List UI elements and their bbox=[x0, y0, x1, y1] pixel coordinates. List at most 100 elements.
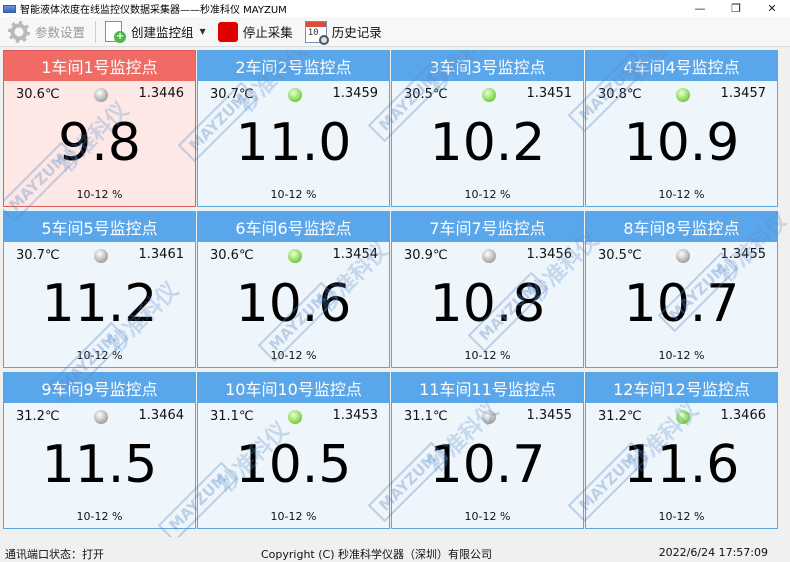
monitor-card[interactable]: 12车间12号监控点 31.2℃ 1.3466 11.6 10-12 % bbox=[585, 372, 778, 529]
window-title: 智能液体浓度在线监控仪数据采集器——秒准科仪 MAYZUM bbox=[20, 5, 287, 16]
concentration-value: 10.2 bbox=[429, 113, 546, 173]
port-status-label: 通讯端口状态： bbox=[5, 548, 82, 561]
card-title: 7车间7号监控点 bbox=[392, 212, 583, 242]
status-lamp-icon bbox=[676, 88, 690, 102]
status-lamp-icon bbox=[94, 249, 108, 263]
concentration-value: 10.5 bbox=[235, 435, 352, 495]
status-lamp-icon bbox=[482, 249, 496, 263]
concentration-value: 10.8 bbox=[429, 274, 546, 334]
range-label: 10-12 % bbox=[464, 188, 511, 201]
temperature-reading: 30.6℃ bbox=[210, 248, 254, 263]
concentration-value: 10.9 bbox=[623, 113, 740, 173]
settings-button[interactable]: 参数设置 bbox=[4, 19, 89, 45]
title-bar: 智能液体浓度在线监控仪数据采集器——秒准科仪 MAYZUM — ❐ ✕ bbox=[0, 0, 790, 17]
temperature-reading: 30.6℃ bbox=[16, 87, 60, 102]
card-title: 8车间8号监控点 bbox=[586, 212, 777, 242]
monitor-card[interactable]: 4车间4号监控点 30.8℃ 1.3457 10.9 10-12 % bbox=[585, 50, 778, 207]
refractive-index-reading: 1.3455 bbox=[526, 408, 573, 423]
range-label: 10-12 % bbox=[76, 510, 123, 523]
range-label: 10-12 % bbox=[658, 188, 705, 201]
monitor-card[interactable]: 11车间11号监控点 31.1℃ 1.3455 10.7 10-12 % bbox=[391, 372, 584, 529]
temperature-reading: 30.5℃ bbox=[598, 248, 642, 263]
status-lamp-icon bbox=[482, 88, 496, 102]
monitor-card[interactable]: 10车间10号监控点 31.1℃ 1.3453 10.5 10-12 % bbox=[197, 372, 390, 529]
range-label: 10-12 % bbox=[658, 510, 705, 523]
status-lamp-icon bbox=[676, 410, 690, 424]
concentration-value: 11.2 bbox=[41, 274, 158, 334]
toolbar: 参数设置 + 创建监控组 ▼ 停止采集 10 历史记录 bbox=[0, 17, 790, 47]
card-title: 5车间5号监控点 bbox=[4, 212, 195, 242]
temperature-reading: 31.2℃ bbox=[16, 409, 60, 424]
create-group-label: 创建监控组 bbox=[131, 25, 194, 40]
minimize-button[interactable]: — bbox=[682, 0, 718, 17]
card-title: 10车间10号监控点 bbox=[198, 373, 389, 403]
copyright-text: Copyright (C) 秒准科学仪器（深圳）有限公司 bbox=[261, 548, 493, 561]
range-label: 10-12 % bbox=[270, 510, 317, 523]
window-controls: — ❐ ✕ bbox=[682, 0, 790, 17]
monitor-card[interactable]: 5车间5号监控点 30.7℃ 1.3461 11.2 10-12 % bbox=[3, 211, 196, 368]
settings-label: 参数设置 bbox=[35, 25, 86, 40]
port-status: 通讯端口状态：打开 bbox=[5, 546, 104, 562]
app-window: 智能液体浓度在线监控仪数据采集器——秒准科仪 MAYZUM — ❐ ✕ 参数设置… bbox=[0, 0, 790, 562]
refractive-index-reading: 1.3456 bbox=[526, 247, 573, 262]
temperature-reading: 30.8℃ bbox=[598, 87, 642, 102]
status-lamp-icon bbox=[94, 88, 108, 102]
history-button[interactable]: 10 历史记录 bbox=[301, 19, 386, 45]
monitor-card[interactable]: 3车间3号监控点 30.5℃ 1.3451 10.2 10-12 % bbox=[391, 50, 584, 207]
temperature-reading: 31.2℃ bbox=[598, 409, 642, 424]
monitor-card[interactable]: 6车间6号监控点 30.6℃ 1.3454 10.6 10-12 % bbox=[197, 211, 390, 368]
temperature-reading: 31.1℃ bbox=[210, 409, 254, 424]
monitor-card[interactable]: 2车间2号监控点 30.7℃ 1.3459 11.0 10-12 % bbox=[197, 50, 390, 207]
monitor-card[interactable]: 9车间9号监控点 31.2℃ 1.3464 11.5 10-12 % bbox=[3, 372, 196, 529]
create-group-button[interactable]: + 创建监控组 ▼ bbox=[100, 19, 210, 45]
monitor-card[interactable]: 7车间7号监控点 30.9℃ 1.3456 10.8 10-12 % bbox=[391, 211, 584, 368]
card-title: 6车间6号监控点 bbox=[198, 212, 389, 242]
refractive-index-reading: 1.3446 bbox=[138, 86, 185, 101]
range-label: 10-12 % bbox=[270, 349, 317, 362]
temperature-reading: 31.1℃ bbox=[404, 409, 448, 424]
stop-icon bbox=[217, 21, 238, 42]
concentration-value: 11.5 bbox=[41, 435, 158, 495]
range-label: 10-12 % bbox=[76, 188, 123, 201]
range-label: 10-12 % bbox=[270, 188, 317, 201]
close-button[interactable]: ✕ bbox=[754, 0, 790, 17]
stop-collect-button[interactable]: 停止采集 bbox=[214, 19, 297, 45]
toolbar-divider bbox=[95, 20, 97, 43]
monitor-grid: 1车间1号监控点 30.6℃ 1.3446 9.8 10-12 % 2车间2号监控点 30.… bbox=[3, 50, 787, 537]
status-bar: 通讯端口状态：打开 Copyright (C) 秒准科学仪器（深圳）有限公司 2… bbox=[0, 543, 790, 562]
gear-icon bbox=[8, 20, 30, 43]
card-title: 3车间3号监控点 bbox=[392, 51, 583, 81]
concentration-value: 11.6 bbox=[623, 435, 740, 495]
range-label: 10-12 % bbox=[76, 349, 123, 362]
monitor-card[interactable]: 8车间8号监控点 30.5℃ 1.3455 10.7 10-12 % bbox=[585, 211, 778, 368]
status-lamp-icon bbox=[288, 249, 302, 263]
card-title: 12车间12号监控点 bbox=[586, 373, 777, 403]
monitor-card[interactable]: 1车间1号监控点 30.6℃ 1.3446 9.8 10-12 % bbox=[3, 50, 196, 207]
chevron-down-icon[interactable]: ▼ bbox=[200, 27, 206, 36]
new-document-icon: + bbox=[104, 20, 127, 43]
temperature-reading: 30.7℃ bbox=[210, 87, 254, 102]
range-label: 10-12 % bbox=[464, 349, 511, 362]
refractive-index-reading: 1.3454 bbox=[332, 247, 379, 262]
status-lamp-icon bbox=[482, 410, 496, 424]
refractive-index-reading: 1.3455 bbox=[720, 247, 767, 262]
status-lamp-icon bbox=[288, 88, 302, 102]
datetime-text: 2022/6/24 17:57:09 bbox=[658, 546, 768, 559]
range-label: 10-12 % bbox=[658, 349, 705, 362]
card-title: 1车间1号监控点 bbox=[4, 51, 195, 81]
app-icon bbox=[3, 4, 16, 13]
card-title: 2车间2号监控点 bbox=[198, 51, 389, 81]
history-label: 历史记录 bbox=[331, 25, 382, 40]
restore-button[interactable]: ❐ bbox=[718, 0, 754, 17]
refractive-index-reading: 1.3457 bbox=[720, 86, 767, 101]
card-title: 9车间9号监控点 bbox=[4, 373, 195, 403]
card-title: 11车间11号监控点 bbox=[392, 373, 583, 403]
calendar-search-icon: 10 bbox=[304, 20, 329, 45]
refractive-index-reading: 1.3461 bbox=[138, 247, 185, 262]
refractive-index-reading: 1.3459 bbox=[332, 86, 379, 101]
concentration-value: 10.7 bbox=[623, 274, 740, 334]
refractive-index-reading: 1.3453 bbox=[332, 408, 379, 423]
concentration-value: 10.6 bbox=[235, 274, 352, 334]
refractive-index-reading: 1.3466 bbox=[720, 408, 767, 423]
stop-label: 停止采集 bbox=[242, 25, 293, 40]
